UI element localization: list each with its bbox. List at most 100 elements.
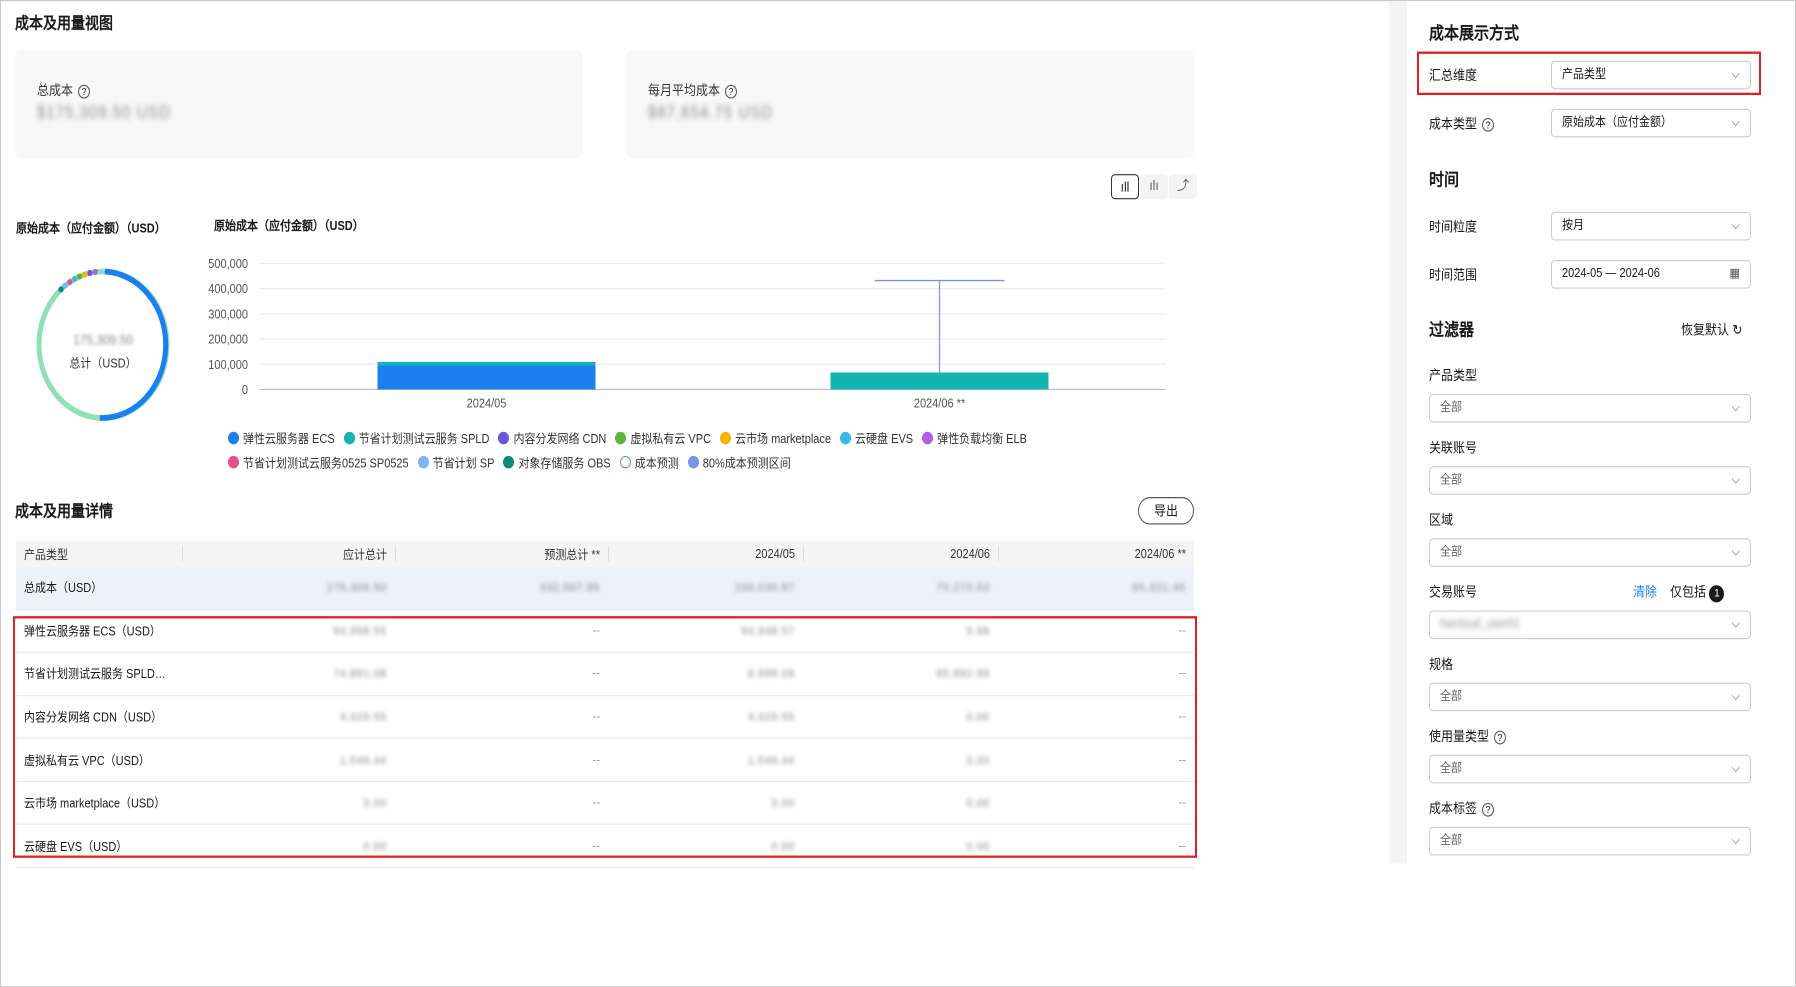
agg-select[interactable]: 产品类型 ⌵ bbox=[1551, 60, 1751, 90]
table-row: 内容分发网络 CDN（USD） 4,029.55 -- 4,029.55 0.00 -- bbox=[16, 695, 1194, 739]
page-title: 成本及用量视图 bbox=[15, 13, 113, 33]
row-value: -- bbox=[592, 623, 600, 638]
range-picker[interactable]: 2024-05 — 2024-06 ▦ bbox=[1551, 259, 1751, 289]
legend-label: 内容分发网络 CDN bbox=[513, 432, 607, 447]
trade-account-select[interactable]: hwcloud_user01 ⌵ bbox=[1429, 610, 1751, 640]
total-cost-value: $175,309.50 USD bbox=[37, 103, 172, 123]
donut-small-slice bbox=[58, 286, 64, 293]
y-tick-label: 500,000 bbox=[208, 256, 248, 271]
legend-swatch bbox=[922, 431, 934, 445]
help-icon[interactable]: ? bbox=[725, 84, 738, 99]
column-header[interactable]: 产品类型 bbox=[16, 541, 182, 567]
row-value: 4,029.55 bbox=[748, 711, 795, 724]
row-value: 0.00 bbox=[966, 711, 990, 724]
legend-item[interactable]: 云市场 marketplace bbox=[720, 429, 831, 447]
table-row: 弹性云服务器 ECS（USD） 94,958.55 -- 94,948.57 9.98 -… bbox=[16, 609, 1194, 653]
row-value: -- bbox=[1178, 710, 1186, 724]
column-header[interactable]: 2024/06 bbox=[803, 541, 998, 567]
bar-1-0[interactable] bbox=[377, 361, 596, 366]
cost-tag-select[interactable]: 全部 ⌵ bbox=[1429, 826, 1751, 856]
donut-small-slice bbox=[82, 271, 88, 278]
legend-label: 弹性负载均衡 ELB bbox=[937, 432, 1027, 447]
legend-swatch bbox=[503, 455, 515, 469]
help-icon[interactable]: ? bbox=[1494, 730, 1507, 745]
usage-type-select[interactable]: 全部 ⌵ bbox=[1429, 754, 1751, 784]
row-value: 100,035.87 bbox=[734, 582, 795, 595]
column-header[interactable]: 2024/05 bbox=[608, 541, 803, 567]
line-chart-toggle[interactable]: ⤴ bbox=[1169, 174, 1197, 200]
app-root: 成本及用量视图 总成本? $175,309.50 USD 每月平均成本? $87… bbox=[0, 0, 1796, 987]
total-cost-label: 总成本? bbox=[37, 80, 91, 99]
row-value: -- bbox=[1178, 796, 1186, 810]
agg-label: 汇总维度 bbox=[1429, 67, 1478, 84]
row-value: 432,567.89 bbox=[539, 582, 600, 595]
row-value: 94,948.57 bbox=[741, 625, 795, 638]
y-tick-label: 100,000 bbox=[208, 357, 248, 372]
region-select[interactable]: 全部 ⌵ bbox=[1429, 538, 1751, 567]
legend-item[interactable]: 节省计划测试云服务 SPLD bbox=[343, 429, 490, 447]
spec-select[interactable]: 全部 ⌵ bbox=[1429, 682, 1751, 712]
help-icon[interactable]: ? bbox=[1482, 117, 1495, 132]
donut-center-label: 总计（USD） bbox=[69, 357, 137, 372]
help-icon[interactable]: ? bbox=[1482, 802, 1495, 817]
bar-chart-toggle[interactable]: ıll bbox=[1111, 174, 1139, 200]
legend-label: 云市场 marketplace bbox=[735, 432, 832, 447]
legend-swatch bbox=[343, 431, 355, 445]
legend-item[interactable]: 弹性云服务器 ECS bbox=[228, 429, 335, 447]
details-title: 成本及用量详情 bbox=[15, 501, 113, 520]
chevron-down-icon: ⌵ bbox=[1731, 473, 1740, 487]
count-badge: 1 bbox=[1709, 585, 1725, 603]
chevron-down-icon: ⌵ bbox=[1731, 115, 1740, 130]
chart-legend: 弹性云服务器 ECS 节省计划测试云服务 SPLD 内容分发网络 CDN 虚拟私有云 … bbox=[228, 429, 1188, 477]
legend-label: 成本预测 bbox=[634, 456, 679, 471]
export-button[interactable]: 导出 bbox=[1138, 497, 1194, 525]
legend-item[interactable]: 对象存储服务 OBS bbox=[503, 454, 611, 472]
refresh-icon: ↻ bbox=[1732, 321, 1743, 338]
legend-item[interactable]: 80%成本预测区间 bbox=[687, 454, 791, 472]
row-value: -- bbox=[592, 710, 600, 724]
bar-0-0[interactable] bbox=[377, 365, 596, 390]
row-value: 75,273.63 bbox=[936, 582, 990, 595]
bar-1-1[interactable] bbox=[830, 372, 1049, 390]
legend-item[interactable]: 节省计划 SP bbox=[417, 454, 494, 472]
row-label: 总成本（USD） bbox=[24, 582, 103, 596]
row-value: -- bbox=[1178, 667, 1186, 681]
legend-label: 节省计划测试云服务 SPLD bbox=[358, 432, 490, 447]
column-header[interactable]: 2024/06 ** bbox=[998, 541, 1194, 567]
row-value: 6,998.09 bbox=[748, 668, 795, 681]
spec-label: 规格 bbox=[1429, 656, 1454, 673]
table-row: 虚拟私有云 VPC（USD） 1,549.44 -- 1,549.44 0.00 -- bbox=[16, 738, 1194, 782]
stacked-chart-toggle[interactable]: ılı bbox=[1140, 174, 1168, 200]
cost-type-select[interactable]: 原始成本（应付金额） ⌵ bbox=[1551, 108, 1751, 138]
row-value: 0.00 bbox=[966, 754, 990, 767]
granularity-select[interactable]: 按月 ⌵ bbox=[1551, 211, 1751, 241]
row-value: 0.00 bbox=[966, 797, 990, 810]
legend-swatch bbox=[619, 455, 631, 469]
product-filter-select[interactable]: 全部 ⌵ bbox=[1429, 393, 1751, 423]
linked-account-select[interactable]: 全部 ⌵ bbox=[1429, 466, 1751, 495]
row-value: -- bbox=[1178, 753, 1186, 767]
row-value: 1,549.44 bbox=[748, 754, 795, 767]
legend-item[interactable]: 虚拟私有云 VPC bbox=[615, 429, 711, 447]
granularity-label: 时间粒度 bbox=[1429, 218, 1478, 235]
row-value: 0.00 bbox=[771, 840, 795, 853]
clear-link[interactable]: 清除 bbox=[1633, 582, 1657, 601]
chevron-down-icon: ⌵ bbox=[1731, 218, 1740, 233]
legend-item[interactable]: 弹性负载均衡 ELB bbox=[922, 429, 1027, 447]
legend-item[interactable]: 内容分发网络 CDN bbox=[498, 429, 606, 447]
bar-chart: 500,000 400,000 300,000 200,000 100,000 0 2024… bbox=[208, 256, 1166, 411]
reset-default-link[interactable]: 恢复默认 ↻ bbox=[1681, 320, 1742, 339]
row-label: 内容分发网络 CDN（USD） bbox=[24, 711, 163, 725]
time-title: 时间 bbox=[1429, 170, 1460, 191]
column-header[interactable]: 应计总计 bbox=[182, 541, 395, 567]
row-value: 65,892.99 bbox=[936, 668, 990, 681]
legend-item[interactable]: 云硬盘 EVS bbox=[840, 429, 913, 447]
total-cost-card: 总成本? $175,309.50 USD bbox=[15, 50, 583, 159]
legend-item[interactable]: 节省计划测试云服务0525 SP0525 bbox=[228, 454, 409, 472]
legend-item[interactable]: 成本预测 bbox=[619, 454, 679, 472]
column-header[interactable]: 预测总计 ** bbox=[395, 541, 608, 567]
include-only-label[interactable]: 仅包括 1 bbox=[1670, 582, 1725, 603]
legend-swatch bbox=[840, 431, 852, 445]
row-label: 云硬盘 EVS（USD） bbox=[24, 840, 128, 855]
help-icon[interactable]: ? bbox=[78, 84, 91, 99]
